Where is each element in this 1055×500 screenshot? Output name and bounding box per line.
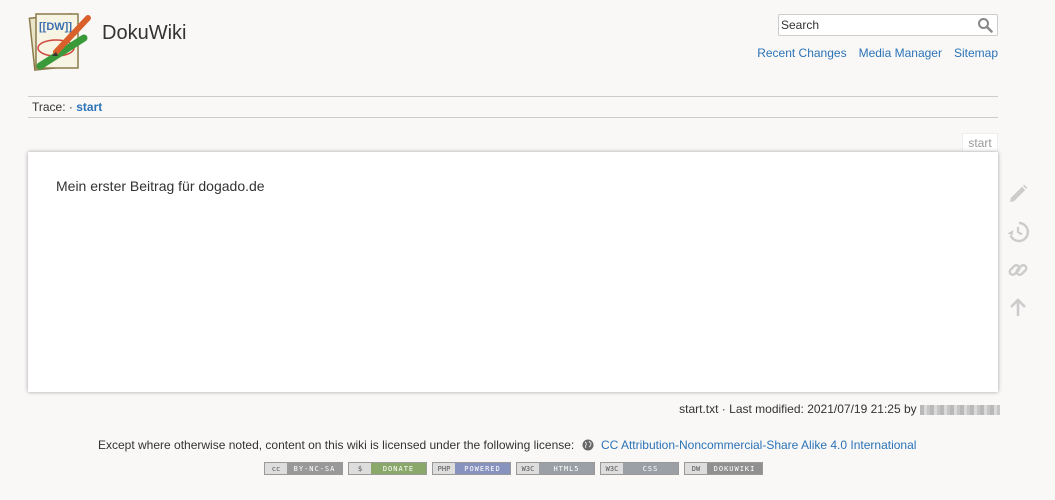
doc-info: start.txt · Last modified: 2021/07/19 21…	[679, 402, 1000, 416]
breadcrumb-current[interactable]: start	[76, 100, 102, 114]
page-content: Mein erster Beitrag für dogado.de	[28, 152, 998, 392]
badge-left-text: cc	[265, 463, 287, 474]
license-link[interactable]: CC Attribution-Noncommercial-Share Alike…	[601, 438, 916, 452]
blurred-author	[920, 404, 1000, 415]
media-manager-link[interactable]: Media Manager	[859, 46, 942, 60]
dokuwiki-logo[interactable]: [[DW]]	[26, 10, 94, 76]
badge-left-text: DW	[685, 463, 707, 474]
breadcrumb: Trace: · start	[32, 100, 102, 114]
doc-modified-label: Last modified:	[729, 402, 804, 416]
logo-text: [[DW]]	[39, 21, 72, 33]
doc-separator: ·	[721, 402, 726, 416]
magnifier-icon[interactable]	[977, 17, 993, 33]
backlinks-icon[interactable]	[1006, 258, 1030, 282]
license-notice: Except where otherwise noted, content on…	[98, 438, 916, 452]
badge-right-text: DOKUWIKI	[707, 463, 762, 474]
page-text: Mein erster Beitrag für dogado.de	[56, 178, 265, 194]
site-tools: Recent Changes Media Manager Sitemap	[757, 46, 998, 60]
doc-modified-date: 2021/07/19 21:25	[807, 402, 901, 416]
badge-right-text: HTML5	[539, 463, 594, 474]
globe-icon	[582, 439, 594, 451]
w3c-html5-badge[interactable]: W3C HTML5	[516, 462, 595, 475]
header-divider-top	[28, 96, 998, 97]
cc-license-badge[interactable]: cc BY-NC-SA	[264, 462, 343, 475]
badge-left-text: PHP	[433, 463, 455, 474]
badge-right-text: POWERED	[455, 463, 510, 474]
revisions-icon[interactable]	[1006, 220, 1030, 244]
breadcrumb-label: Trace:	[32, 100, 66, 114]
php-powered-badge[interactable]: PHP POWERED	[432, 462, 511, 475]
dokuwiki-badge[interactable]: DW DOKUWIKI	[684, 462, 763, 475]
badge-left-text: W3C	[517, 463, 539, 474]
search-input[interactable]	[779, 15, 971, 35]
sitemap-link[interactable]: Sitemap	[954, 46, 998, 60]
site-title[interactable]: DokuWiki	[102, 22, 186, 45]
badge-left-text: $	[349, 463, 371, 474]
badge-right-text: BY-NC-SA	[287, 463, 342, 474]
w3c-css-badge[interactable]: W3C CSS	[600, 462, 679, 475]
badge-left-text: W3C	[601, 463, 623, 474]
back-to-top-icon[interactable]	[1006, 296, 1030, 320]
donate-badge[interactable]: $ DONATE	[348, 462, 427, 475]
doc-filename: start.txt	[679, 402, 719, 416]
doc-by-label: by	[903, 402, 917, 416]
breadcrumb-separator: ·	[68, 100, 73, 114]
badge-right-text: CSS	[623, 463, 678, 474]
license-text: Except where otherwise noted, content on…	[98, 438, 575, 452]
header-divider-bottom	[28, 117, 998, 118]
recent-changes-link[interactable]: Recent Changes	[757, 46, 846, 60]
search-box	[778, 14, 998, 36]
page-id-tab: start	[962, 133, 998, 151]
edit-icon[interactable]	[1006, 182, 1030, 206]
footer-badges: cc BY-NC-SA $ DONATE PHP POWERED W3C HTM…	[264, 462, 763, 475]
badge-right-text: DONATE	[371, 463, 426, 474]
